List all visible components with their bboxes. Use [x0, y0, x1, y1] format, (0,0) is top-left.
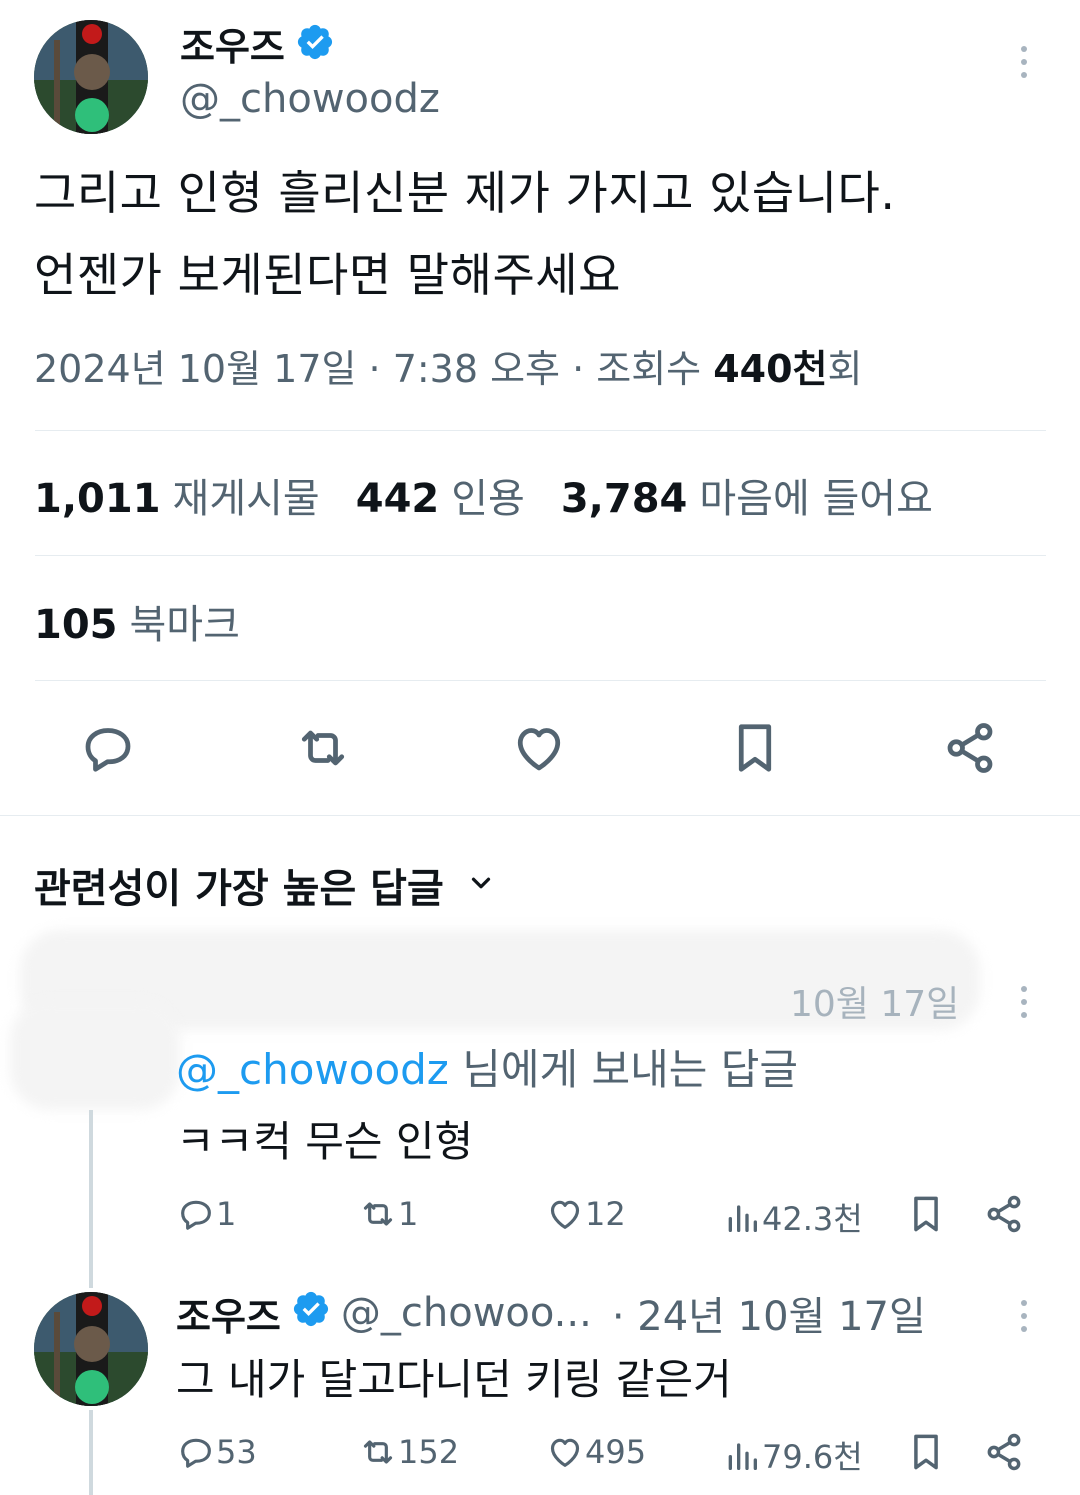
like-count: 495: [585, 1433, 647, 1471]
reply1-date[interactable]: 10월 17일: [790, 975, 959, 1027]
section-divider: [0, 815, 1080, 816]
retweets-label: 재게시물: [172, 476, 320, 522]
retweet-count: 152: [398, 1433, 460, 1471]
reply2-share-button[interactable]: [982, 1430, 1026, 1474]
view-count: 79.6천: [762, 1438, 863, 1476]
bookmarks-label: 북마크: [129, 602, 240, 648]
chevron-down-icon: [466, 868, 496, 902]
views-icon: [728, 1443, 757, 1470]
stats-row: 1,011 재게시물 442 인용 3,784 마음에 들어요: [34, 466, 933, 524]
reply1-like-button[interactable]: 12: [545, 1194, 626, 1234]
verified-badge-icon: [291, 1289, 331, 1338]
bookmark-icon[interactable]: [725, 718, 785, 778]
retweet-icon: [363, 1440, 393, 1464]
thread-line: [89, 1110, 93, 1288]
reply2-retweet-button[interactable]: 152: [358, 1432, 459, 1472]
likes-stat[interactable]: 3,784 마음에 들어요: [561, 466, 933, 524]
reply2-text: 그 내가 달고다니던 키링 같은거: [176, 1355, 732, 1404]
views-icon: [728, 1205, 757, 1232]
retweet-icon[interactable]: [293, 718, 353, 778]
author-avatar[interactable]: [34, 20, 148, 134]
retweet-icon: [363, 1202, 393, 1226]
bookmark-icon: [914, 1434, 938, 1470]
bookmarks-count: 105: [34, 602, 118, 648]
reply1-share-button[interactable]: [982, 1192, 1026, 1236]
reply1-text: ㅋㅋ컥 무슨 인형: [176, 1117, 474, 1166]
more-options-icon[interactable]: [1018, 1300, 1030, 1332]
heart-icon: [550, 1438, 580, 1467]
reply2-author-name[interactable]: 조우즈: [176, 1286, 281, 1341]
reply2-header: 조우즈 @_chowoo... · 24년 10월 17일: [176, 1284, 926, 1342]
retweets-stat[interactable]: 1,011 재게시물: [34, 466, 320, 524]
share-icon: [987, 1195, 1021, 1233]
reply1-retweet-button[interactable]: 1: [358, 1194, 418, 1234]
tweet-meta: 2024년 10월 17일 · 7:38 오후 · 조회수 440천회: [34, 338, 863, 393]
heart-icon: [550, 1200, 580, 1229]
divider: [35, 555, 1046, 556]
replying-to: @_chowoodz 님에게 보내는 답글: [176, 1036, 798, 1097]
author-name[interactable]: 조우즈: [180, 16, 285, 71]
author-handle[interactable]: @_chowoodz: [180, 76, 440, 122]
divider: [35, 430, 1046, 431]
likes-label: 마음에 들어요: [699, 476, 933, 522]
reply2-author-handle[interactable]: @_chowoo...: [341, 1290, 592, 1336]
reply-icon: [181, 1200, 211, 1230]
view-count: 42.3천: [762, 1200, 863, 1238]
tweet-text-line2: 언젠가 보게된다면 말해주세요: [34, 248, 621, 302]
verified-badge-icon: [295, 22, 335, 66]
bookmarks-stat[interactable]: 105 북마크: [34, 592, 240, 650]
quotes-stat[interactable]: 442 인용: [356, 466, 525, 524]
reply2-reply-button[interactable]: 53: [176, 1432, 257, 1472]
retweets-count: 1,011: [34, 476, 161, 522]
more-options-icon[interactable]: [1018, 46, 1030, 78]
reply-count: 53: [216, 1433, 257, 1471]
share-icon[interactable]: [940, 718, 1000, 778]
quotes-label: 인용: [451, 476, 525, 522]
quotes-count: 442: [355, 476, 440, 522]
heart-icon[interactable]: [509, 718, 569, 778]
reply2-bookmark-button[interactable]: [904, 1430, 948, 1474]
likes-count: 3,784: [560, 476, 688, 522]
tweet-text-line1: 그리고 인형 흘리신분 제가 가지고 있습니다.: [34, 166, 896, 220]
reply2-date[interactable]: · 24년 10월 17일: [612, 1284, 926, 1342]
tweet-text: 그리고 인형 흘리신분 제가 가지고 있습니다. 언젠가 보게된다면 말해주세요: [34, 152, 1044, 316]
like-count: 12: [585, 1195, 626, 1233]
share-icon: [987, 1433, 1021, 1471]
views-count: 440천: [713, 347, 828, 391]
reply-icon[interactable]: [78, 718, 138, 778]
tweet-date[interactable]: 2024년 10월 17일 · 7:38 오후 · 조회수: [34, 347, 713, 391]
redacted-area: [10, 1000, 180, 1110]
replies-sort-label: 관련성이 가장 높은 답글: [34, 866, 444, 912]
retweet-count: 1: [398, 1195, 419, 1233]
more-options-icon[interactable]: [1018, 986, 1030, 1018]
reply-icon: [181, 1438, 211, 1468]
bookmark-icon: [914, 1196, 938, 1232]
replies-sort-dropdown[interactable]: 관련성이 가장 높은 답글: [34, 856, 496, 914]
divider: [35, 680, 1046, 681]
views-suffix: 회: [827, 347, 863, 391]
reply2-views-button[interactable]: 79.6천: [722, 1432, 863, 1478]
reply2-like-button[interactable]: 495: [545, 1432, 646, 1472]
reply1-views-button[interactable]: 42.3천: [722, 1194, 863, 1240]
replying-to-handle[interactable]: @_chowoodz: [176, 1045, 449, 1094]
thread-line: [89, 1410, 93, 1495]
reply-count: 1: [216, 1195, 237, 1233]
reply1-bookmark-button[interactable]: [904, 1192, 948, 1236]
replying-to-suffix: 님에게 보내는 답글: [448, 1045, 799, 1094]
reply2-avatar[interactable]: [34, 1292, 148, 1406]
reply1-reply-button[interactable]: 1: [176, 1194, 236, 1234]
